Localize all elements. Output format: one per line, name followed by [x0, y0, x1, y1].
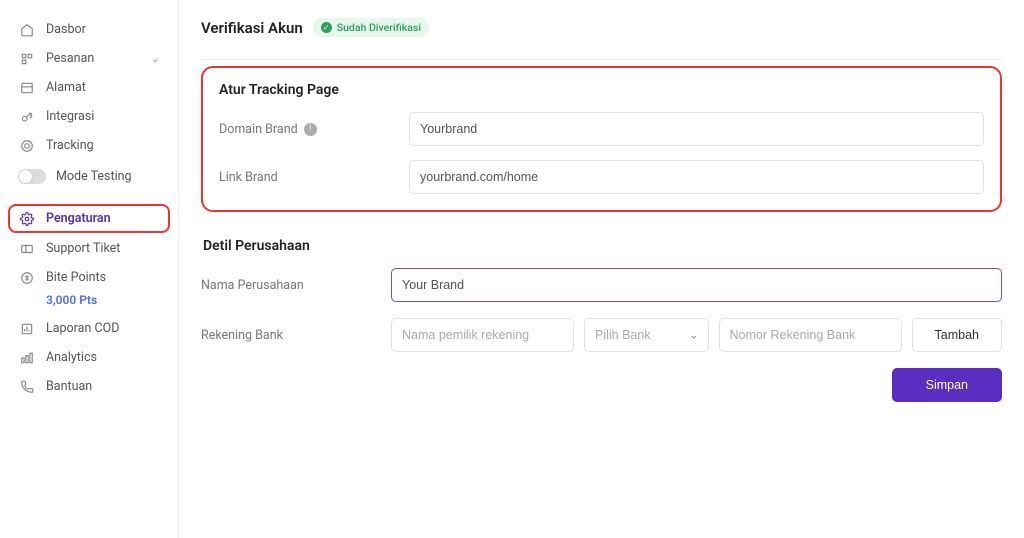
add-bank-button[interactable]: Tambah: [912, 318, 1002, 352]
sidebar-item-label: Analytics: [46, 350, 97, 365]
bank-select[interactable]: [584, 318, 709, 352]
link-brand-label: Link Brand: [219, 170, 409, 185]
ticket-icon: [18, 242, 36, 256]
report-icon: [18, 322, 36, 336]
bank-label: Rekening Bank: [201, 328, 391, 343]
bank-row: Rekening Bank ⌄ Tambah: [201, 318, 1002, 352]
sidebar-item-label: Pengaturan: [46, 211, 111, 226]
mode-testing-toggle-row: Mode Testing: [8, 163, 170, 190]
phone-icon: [18, 380, 36, 394]
sidebar-item-analytics[interactable]: Analytics: [8, 344, 170, 371]
main-content: Verifikasi Akun ✓ Sudah Diverifikasi Atu…: [178, 0, 1024, 538]
company-section: Detil Perusahaan Nama Perusahaan Rekenin…: [201, 238, 1002, 402]
address-icon: [18, 81, 36, 95]
save-button[interactable]: Simpan: [892, 368, 1002, 402]
sidebar: Dasbor Pesanan ⌄ Alamat Integrasi Trac: [0, 0, 178, 538]
status-badge: ✓ Sudah Diverifikasi: [313, 18, 429, 37]
company-title: Detil Perusahaan: [203, 238, 1002, 254]
link-brand-input[interactable]: [409, 160, 984, 194]
page-title: Verifikasi Akun: [201, 19, 303, 37]
coin-icon: [18, 271, 36, 285]
domain-brand-input[interactable]: [409, 112, 984, 146]
bite-points-value: 3,000 Pts: [8, 293, 170, 307]
orders-icon: [18, 52, 36, 66]
sidebar-item-label: Integrasi: [46, 109, 94, 124]
domain-brand-row: Domain Brand !: [219, 112, 984, 146]
info-icon[interactable]: !: [304, 123, 317, 136]
target-icon: [18, 139, 36, 153]
sidebar-item-label: Alamat: [46, 80, 86, 95]
sidebar-item-alamat[interactable]: Alamat: [8, 74, 170, 101]
sidebar-item-label: Laporan COD: [46, 321, 119, 336]
sidebar-item-bite-points[interactable]: Bite Points: [8, 264, 170, 291]
mode-testing-toggle[interactable]: [18, 169, 46, 184]
sidebar-item-label: Bite Points: [46, 270, 106, 285]
domain-brand-label: Domain Brand !: [219, 122, 409, 137]
sidebar-item-dasbor[interactable]: Dasbor: [8, 16, 170, 43]
key-icon: [18, 110, 36, 124]
sidebar-item-label: Support Tiket: [46, 241, 120, 256]
action-row: Simpan: [201, 368, 1002, 402]
badge-text: Sudah Diverifikasi: [337, 21, 421, 34]
sidebar-item-label: Pesanan: [46, 51, 94, 66]
sidebar-item-pesanan[interactable]: Pesanan ⌄: [8, 45, 170, 72]
analytics-icon: [18, 351, 36, 365]
page-header: Verifikasi Akun ✓ Sudah Diverifikasi: [201, 18, 1002, 37]
chevron-down-icon: ⌄: [151, 52, 160, 65]
check-icon: ✓: [321, 22, 332, 33]
sidebar-item-tracking[interactable]: Tracking: [8, 132, 170, 159]
sidebar-item-label: Dasbor: [46, 22, 86, 37]
bank-owner-input[interactable]: [391, 318, 574, 352]
divider: [201, 59, 1002, 60]
sidebar-item-pengaturan[interactable]: Pengaturan: [8, 204, 170, 233]
tracking-card: Atur Tracking Page Domain Brand ! Link B…: [201, 66, 1002, 212]
sidebar-item-bantuan[interactable]: Bantuan: [8, 373, 170, 400]
company-name-label: Nama Perusahaan: [201, 278, 391, 293]
sidebar-item-support-tiket[interactable]: Support Tiket: [8, 235, 170, 262]
sidebar-item-label: Tracking: [46, 138, 94, 153]
sidebar-item-label: Bantuan: [46, 379, 92, 394]
company-name-row: Nama Perusahaan: [201, 268, 1002, 302]
link-brand-row: Link Brand: [219, 160, 984, 194]
mode-testing-label: Mode Testing: [56, 169, 132, 184]
gear-icon: [18, 212, 36, 226]
tracking-title: Atur Tracking Page: [219, 82, 984, 98]
bank-number-input[interactable]: [719, 318, 902, 352]
sidebar-item-laporan-cod[interactable]: Laporan COD: [8, 315, 170, 342]
company-name-input[interactable]: [391, 268, 1002, 302]
sidebar-item-integrasi[interactable]: Integrasi: [8, 103, 170, 130]
home-icon: [18, 23, 36, 37]
